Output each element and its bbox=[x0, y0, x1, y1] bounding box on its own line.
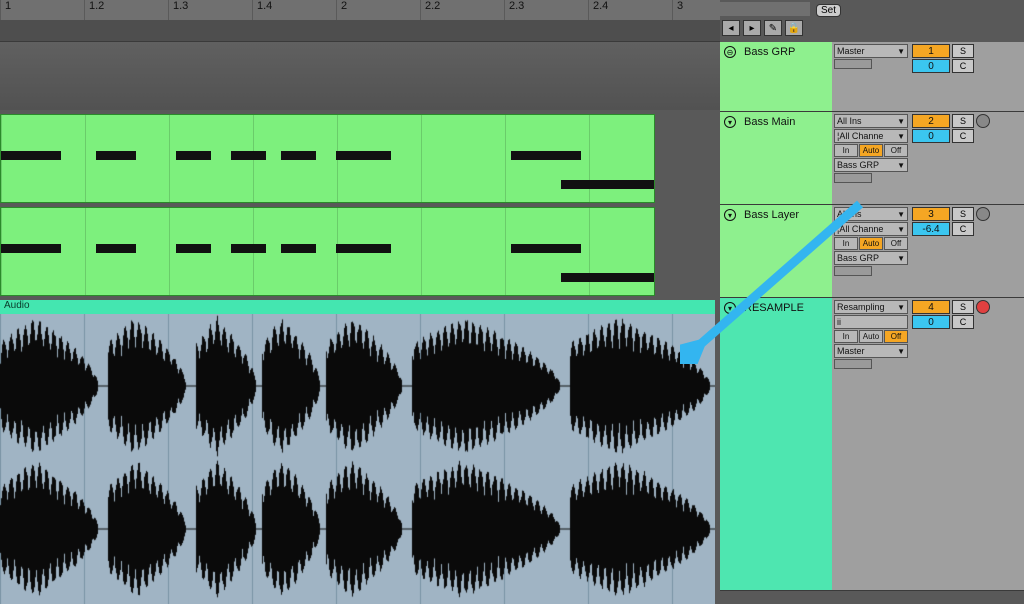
track-panel: ⊖ Bass GRP Master▼ 1 S 0 C ▾ Bass Main A… bbox=[720, 42, 1024, 591]
ruler-marker: 3 bbox=[672, 0, 683, 20]
ruler-marker: 1.3 bbox=[168, 0, 188, 20]
audio-clip-waveform[interactable] bbox=[0, 314, 715, 604]
track-row-bass-layer: ▾ Bass Layer All Ins▼ ¦ All Channe▼ In A… bbox=[720, 205, 1024, 298]
audio-clip-label[interactable]: Audio bbox=[0, 300, 715, 314]
send-slot[interactable] bbox=[834, 266, 872, 276]
track-row-bass-grp: ⊖ Bass GRP Master▼ 1 S 0 C bbox=[720, 42, 1024, 112]
monitor-in[interactable]: In bbox=[834, 144, 858, 157]
loop-brace[interactable] bbox=[720, 2, 810, 16]
input-channel-selector[interactable]: ¦ All Channe▼ bbox=[834, 222, 908, 236]
ruler-marker: 2.3 bbox=[504, 0, 524, 20]
track-title: Bass Main bbox=[744, 116, 795, 128]
set-marker-button[interactable]: Set bbox=[816, 4, 841, 17]
ruler-marker: 1.4 bbox=[252, 0, 272, 20]
track-row-resample: ▾ RESAMPLE Resampling▼ ii In Auto Off Ma… bbox=[720, 298, 1024, 591]
cue-button[interactable]: C bbox=[952, 59, 974, 73]
monitor-auto[interactable]: Auto bbox=[859, 330, 883, 343]
midi-clip-bass-main[interactable] bbox=[0, 114, 655, 203]
pencil-icon[interactable]: ✎ bbox=[764, 20, 782, 36]
mixer-column: 4 S 0 C bbox=[910, 298, 1024, 590]
input-channel-selector[interactable]: ¦ All Channe▼ bbox=[834, 129, 908, 143]
track-name-bass-grp[interactable]: ⊖ Bass GRP bbox=[720, 42, 832, 111]
io-column: Master▼ bbox=[832, 42, 910, 111]
ruler-marker: 2.4 bbox=[588, 0, 608, 20]
ruler-marker: 1 bbox=[0, 0, 11, 20]
input-channel-selector[interactable]: ii bbox=[834, 315, 908, 329]
track-fold-icon[interactable]: ⊖ bbox=[724, 46, 736, 58]
monitor-in[interactable]: In bbox=[834, 330, 858, 343]
track-fold-icon[interactable]: ▾ bbox=[724, 302, 736, 314]
track-title: Bass Layer bbox=[744, 209, 799, 221]
cue-button[interactable]: C bbox=[952, 315, 974, 329]
group-lane-header[interactable] bbox=[0, 42, 720, 110]
mixer-column: 3 S -6.4 C bbox=[910, 205, 1024, 297]
output-selector[interactable]: Bass GRP▼ bbox=[834, 158, 908, 172]
timeline-ruler[interactable]: 1 1.2 1.3 1.4 2 2.2 2.3 2.4 3 bbox=[0, 0, 720, 20]
pan-value[interactable]: 0 bbox=[912, 129, 950, 143]
solo-button[interactable]: S bbox=[952, 207, 974, 221]
lock-icon[interactable]: 🔒 bbox=[785, 20, 803, 36]
io-column: All Ins▼ ¦ All Channe▼ In Auto Off Bass … bbox=[832, 205, 910, 297]
pan-value[interactable]: 0 bbox=[912, 59, 950, 73]
solo-button[interactable]: S bbox=[952, 114, 974, 128]
ruler-marker: 2 bbox=[336, 0, 347, 20]
mixer-column: 2 S 0 C bbox=[910, 112, 1024, 204]
track-title: Bass GRP bbox=[744, 46, 795, 58]
output-selector[interactable]: Bass GRP▼ bbox=[834, 251, 908, 265]
send-slot[interactable] bbox=[834, 59, 872, 69]
input-selector[interactable]: Resampling▼ bbox=[834, 300, 908, 314]
io-column: All Ins▼ ¦ All Channe▼ In Auto Off Bass … bbox=[832, 112, 910, 204]
track-fold-icon[interactable]: ▾ bbox=[724, 116, 736, 128]
input-selector[interactable]: All Ins▼ bbox=[834, 207, 908, 221]
cue-button[interactable]: C bbox=[952, 222, 974, 236]
record-arm-button[interactable] bbox=[976, 207, 990, 221]
track-activator[interactable]: 4 bbox=[912, 300, 950, 314]
monitor-in[interactable]: In bbox=[834, 237, 858, 250]
arrangement-area[interactable]: Audio bbox=[0, 20, 720, 604]
record-arm-button[interactable] bbox=[976, 300, 990, 314]
pan-value[interactable]: 0 bbox=[912, 315, 950, 329]
track-fold-icon[interactable]: ▾ bbox=[724, 209, 736, 221]
track-row-bass-main: ▾ Bass Main All Ins▼ ¦ All Channe▼ In Au… bbox=[720, 112, 1024, 205]
track-activator[interactable]: 1 bbox=[912, 44, 950, 58]
track-name-bass-layer[interactable]: ▾ Bass Layer bbox=[720, 205, 832, 297]
monitor-row: In Auto Off bbox=[834, 330, 908, 343]
track-title: RESAMPLE bbox=[744, 302, 804, 314]
pan-value[interactable]: -6.4 bbox=[912, 222, 950, 236]
solo-button[interactable]: S bbox=[952, 300, 974, 314]
monitor-off[interactable]: Off bbox=[884, 330, 908, 343]
midi-clip-bass-layer[interactable] bbox=[0, 207, 655, 296]
track-activator[interactable]: 2 bbox=[912, 114, 950, 128]
track-name-resample[interactable]: ▾ RESAMPLE bbox=[720, 298, 832, 590]
output-selector[interactable]: Master▼ bbox=[834, 344, 908, 358]
back-icon[interactable]: ◂ bbox=[722, 20, 740, 36]
mixer-column: 1 S 0 C bbox=[910, 42, 1024, 111]
monitor-row: In Auto Off bbox=[834, 144, 908, 157]
io-column: Resampling▼ ii In Auto Off Master▼ bbox=[832, 298, 910, 590]
send-slot[interactable] bbox=[834, 173, 872, 183]
track-activator[interactable]: 3 bbox=[912, 207, 950, 221]
fwd-icon[interactable]: ▸ bbox=[743, 20, 761, 36]
track-name-bass-main[interactable]: ▾ Bass Main bbox=[720, 112, 832, 204]
arrangement-overview[interactable] bbox=[0, 20, 720, 42]
send-slot[interactable] bbox=[834, 359, 872, 369]
arrangement-top-right: Set ◂ ▸ ✎ 🔒 bbox=[720, 0, 1024, 42]
monitor-auto[interactable]: Auto bbox=[859, 237, 883, 250]
monitor-off[interactable]: Off bbox=[884, 144, 908, 157]
input-selector[interactable]: All Ins▼ bbox=[834, 114, 908, 128]
record-arm-button[interactable] bbox=[976, 114, 990, 128]
output-selector[interactable]: Master▼ bbox=[834, 44, 908, 58]
ruler-marker: 1.2 bbox=[84, 0, 104, 20]
monitor-row: In Auto Off bbox=[834, 237, 908, 250]
solo-button[interactable]: S bbox=[952, 44, 974, 58]
monitor-off[interactable]: Off bbox=[884, 237, 908, 250]
ruler-marker: 2.2 bbox=[420, 0, 440, 20]
cue-button[interactable]: C bbox=[952, 129, 974, 143]
monitor-auto[interactable]: Auto bbox=[859, 144, 883, 157]
